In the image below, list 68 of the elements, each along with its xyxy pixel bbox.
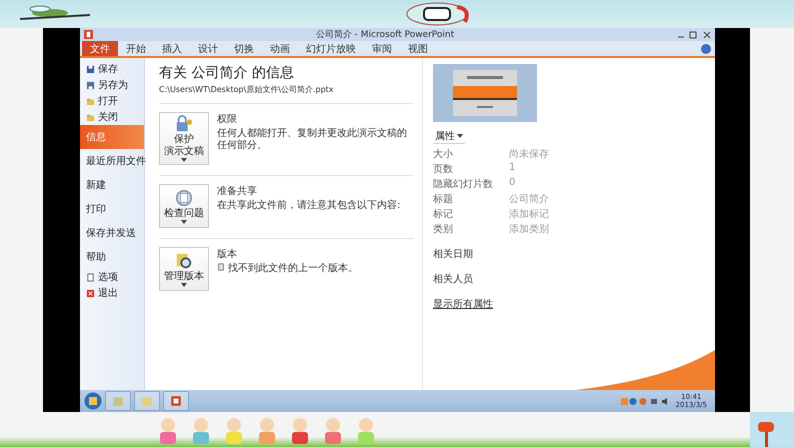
window-title: 公司简介 - Microsoft PowerPoint <box>314 28 456 41</box>
section-heading: 版本 <box>217 248 238 261</box>
documents-search-icon <box>175 252 193 270</box>
property-label: 大小 <box>433 148 454 161</box>
folder-icon <box>140 395 154 407</box>
lock-key-icon <box>175 115 193 133</box>
menu-item[interactable]: 打开 <box>80 93 144 109</box>
menu-item[interactable]: 最近所用文件 <box>80 149 144 173</box>
taskbar-button[interactable] <box>163 391 189 411</box>
menu-item[interactable]: 新建 <box>80 173 144 197</box>
menu-item[interactable]: 退出 <box>80 285 144 301</box>
property-label: 标记 <box>433 208 454 221</box>
menu-item[interactable]: 帮助 <box>80 245 144 269</box>
section-description: 找不到此文件的上一个版本。 <box>228 263 358 275</box>
caret-icon <box>181 220 187 224</box>
menu-item[interactable]: 另存为 <box>80 77 144 93</box>
menu-item[interactable]: 保存 <box>80 61 144 77</box>
property-value: 公司简介 <box>509 193 550 206</box>
section-heading: 权限 <box>217 112 238 126</box>
property-value: 1 <box>509 162 516 175</box>
menu-item[interactable]: 保存并发送 <box>80 221 144 245</box>
action-button[interactable]: 检查问题 <box>159 184 209 228</box>
action-button[interactable]: 管理版本 <box>159 247 209 291</box>
ribbon-tab[interactable]: 设计 <box>190 41 226 56</box>
property-label: 页数 <box>433 163 454 176</box>
property-value: 0 <box>509 177 516 190</box>
property-label: 标题 <box>433 192 454 206</box>
ribbon-tab[interactable]: 审阅 <box>364 41 400 56</box>
property-label: 隐藏幻灯片数 <box>433 178 494 191</box>
caret-icon <box>181 158 187 162</box>
ribbon-tab[interactable]: 文件 <box>82 41 118 56</box>
section-heading: 相关日期 <box>433 248 474 261</box>
info-title: 有关 公司简介 的信息 <box>159 64 295 82</box>
property-value: 尚未保存 <box>509 148 550 161</box>
folder-icon <box>111 395 125 407</box>
show-all-properties-link[interactable]: 显示所有属性 <box>433 297 493 311</box>
section-description: 在共享此文件前，请注意其包含以下内容: <box>217 200 400 212</box>
action-button[interactable]: 保护 演示文稿 <box>159 112 209 165</box>
folder-icon <box>86 112 95 122</box>
ribbon-tab[interactable]: 视图 <box>400 41 436 56</box>
menu-item[interactable]: 关闭 <box>80 109 144 125</box>
property-value: 添加类别 <box>509 222 550 236</box>
section-heading: 相关人员 <box>433 272 474 286</box>
ribbon-tab[interactable]: 开始 <box>118 41 154 56</box>
section-heading: 准备共享 <box>217 184 258 198</box>
properties-dropdown[interactable]: 属性 <box>433 129 465 144</box>
ribbon-tab[interactable]: 插入 <box>154 41 190 56</box>
caret-icon <box>181 282 187 286</box>
app-icon <box>84 30 93 39</box>
property-label: 类别 <box>433 222 454 236</box>
mailbox-drawing <box>750 412 794 447</box>
folder-icon <box>86 96 95 106</box>
section-description: 任何人都能打开、复制并更改此演示文稿的任何部分。 <box>217 128 408 152</box>
presentation-icon <box>169 395 183 407</box>
ribbon-tab[interactable]: 动画 <box>262 41 298 56</box>
start-button[interactable] <box>84 392 102 410</box>
window-controls-icon[interactable] <box>677 30 711 38</box>
document-icon <box>86 272 95 282</box>
tray-icons-drawing[interactable] <box>620 396 669 406</box>
ribbon-tab[interactable]: 幻灯片放映 <box>298 41 364 56</box>
property-value: 添加标记 <box>509 208 550 221</box>
menu-item[interactable]: 选项 <box>80 269 144 285</box>
caret-icon <box>457 134 463 138</box>
ribbon-tab[interactable]: 切换 <box>226 41 262 56</box>
close-icon <box>86 288 95 298</box>
menu-item[interactable]: 打印 <box>80 197 144 221</box>
document-icon <box>217 263 225 271</box>
file-path: C:\Users\WT\Desktop\原始文件\公司简介.pptx <box>159 84 335 95</box>
